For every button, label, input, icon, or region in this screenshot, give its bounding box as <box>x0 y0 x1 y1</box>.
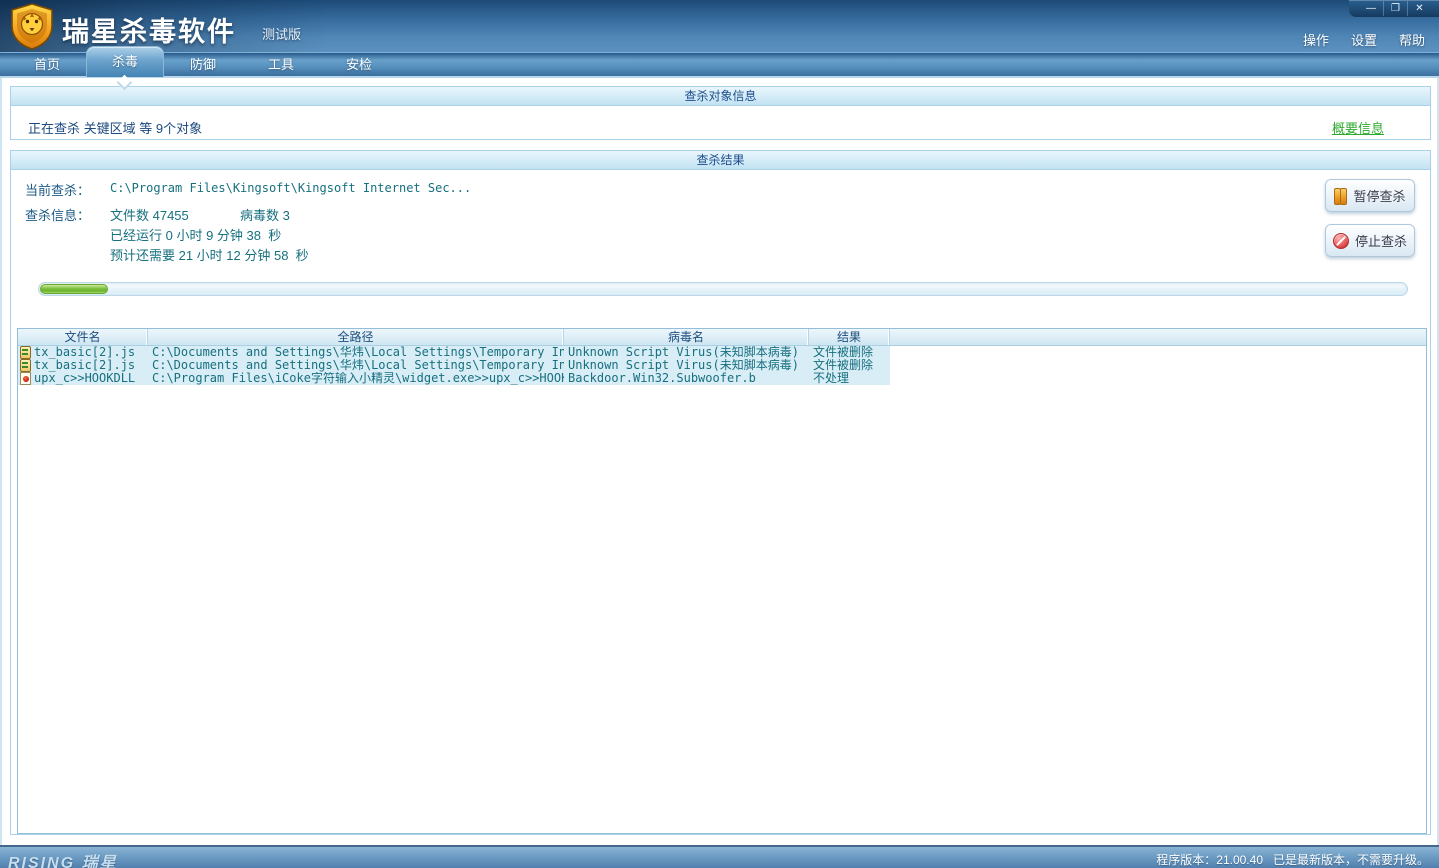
infected-file-icon <box>20 372 31 385</box>
pause-icon <box>1334 188 1348 205</box>
minimize-button[interactable]: — <box>1359 1 1383 16</box>
rising-brand-logo: RISING 瑞星 <box>8 855 118 868</box>
file-count-text: 文件数 47455 <box>110 208 189 223</box>
table-row[interactable]: upx_c>>HOOKDLL C:\Program Files\iCoke字符输… <box>18 372 1426 385</box>
remaining-time-text: 预计还需要 21 小时 12 分钟 58 秒 <box>110 248 309 263</box>
tab-antivirus[interactable]: 杀毒 <box>86 46 164 91</box>
virus-count-text: 病毒数 3 <box>240 208 290 223</box>
cell-path: C:\Documents and Settings\华炜\Local Setti… <box>152 359 564 372</box>
cell-filename: tx_basic[2].js <box>34 346 136 359</box>
title-bar: 瑞星杀毒软件 测试版 — ❐ ✕ 操作 设置 帮助 <box>0 0 1439 52</box>
table-row[interactable]: tx_basic[2].js C:\Documents and Settings… <box>18 346 1426 359</box>
cell-virus: Unknown Script Virus(未知脚本病毒) <box>568 346 799 359</box>
scan-target-panel-header: 查杀对象信息 <box>11 87 1430 106</box>
scan-result-panel-header: 查杀结果 <box>11 151 1430 170</box>
script-file-icon <box>20 346 31 359</box>
stop-scan-button[interactable]: 停止查杀 <box>1325 224 1415 257</box>
column-header-result[interactable]: 结果 <box>809 329 890 345</box>
app-title: 瑞星杀毒软件 <box>62 17 236 47</box>
stop-icon <box>1332 232 1349 249</box>
scan-progress-bar <box>38 282 1408 296</box>
tab-security-check[interactable]: 安检 <box>320 53 398 77</box>
column-header-path[interactable]: 全路径 <box>148 329 564 345</box>
cell-result: 文件被删除 <box>813 359 874 372</box>
pause-scan-button[interactable]: 暂停查杀 <box>1325 179 1415 212</box>
current-scan-path: C:\Program Files\Kingsoft\Kingsoft Inter… <box>110 181 472 195</box>
tab-tools[interactable]: 工具 <box>242 53 320 77</box>
script-file-icon <box>20 359 31 372</box>
scan-info-label: 查杀信息： <box>25 208 91 223</box>
scan-progress-fill <box>40 284 109 294</box>
window-controls: — ❐ ✕ <box>1349 0 1439 17</box>
cell-path: C:\Program Files\iCoke字符输入小精灵\widget.exe… <box>152 372 564 385</box>
scan-status-text: 正在查杀 关键区域 等 9个对象 <box>28 121 203 136</box>
table-row[interactable]: tx_basic[2].js C:\Documents and Settings… <box>18 359 1426 372</box>
cell-virus: Backdoor.Win32.Subwoofer.b <box>568 372 756 385</box>
summary-info-link[interactable]: 概要信息 <box>1332 118 1384 137</box>
scan-result-panel: 查杀结果 当前查杀： C:\Program Files\Kingsoft\Kin… <box>10 150 1431 835</box>
cell-virus: Unknown Script Virus(未知脚本病毒) <box>568 359 799 372</box>
top-menu: 操作 设置 帮助 <box>1303 30 1425 49</box>
cell-result: 文件被删除 <box>813 346 874 359</box>
current-scan-label: 当前查杀： <box>25 183 91 198</box>
menu-settings[interactable]: 设置 <box>1351 30 1377 49</box>
app-window: 瑞星杀毒软件 测试版 — ❐ ✕ 操作 设置 帮助 首页 杀毒 防御 工具 安检… <box>0 0 1439 868</box>
app-subtitle: 测试版 <box>262 27 302 42</box>
column-header-filename[interactable]: 文件名 <box>18 329 148 345</box>
pause-scan-label: 暂停查杀 <box>1353 189 1406 204</box>
cell-result: 不处理 <box>813 372 850 385</box>
tab-defense[interactable]: 防御 <box>164 53 242 77</box>
menu-operations[interactable]: 操作 <box>1303 30 1329 49</box>
tab-home[interactable]: 首页 <box>8 53 86 77</box>
scan-target-panel: 查杀对象信息 正在查杀 关键区域 等 9个对象 概要信息 <box>10 86 1431 140</box>
cell-filename: upx_c>>HOOKDLL <box>34 372 136 385</box>
stop-scan-label: 停止查杀 <box>1354 234 1407 249</box>
elapsed-time-text: 已经运行 0 小时 9 分钟 38 秒 <box>110 228 282 243</box>
version-text: 程序版本：21.00.40 已是最新版本，不需要升级。 <box>1156 853 1429 867</box>
results-table-header: 文件名 全路径 病毒名 结果 <box>18 329 1426 346</box>
column-header-virus[interactable]: 病毒名 <box>564 329 809 345</box>
restore-button[interactable]: ❐ <box>1383 1 1407 16</box>
tab-bar: 首页 杀毒 防御 工具 安检 <box>0 46 1439 91</box>
column-header-filler <box>890 329 1426 345</box>
close-button[interactable]: ✕ <box>1407 1 1431 16</box>
cell-filename: tx_basic[2].js <box>34 359 136 372</box>
tab-antivirus-label: 杀毒 <box>111 54 138 69</box>
cell-path: C:\Documents and Settings\华炜\Local Setti… <box>152 346 564 359</box>
results-table-body: tx_basic[2].js C:\Documents and Settings… <box>18 346 1426 385</box>
scan-results-table: 文件名 全路径 病毒名 结果 tx_basic[2].js C:\Documen… <box>17 328 1427 834</box>
status-bar: RISING 瑞星 程序版本：21.00.40 已是最新版本，不需要升级。 <box>0 845 1439 868</box>
rising-lion-logo-icon <box>9 3 55 50</box>
menu-help[interactable]: 帮助 <box>1399 30 1425 49</box>
main-content: 查杀对象信息 正在查杀 关键区域 等 9个对象 概要信息 查杀结果 当前查杀： … <box>0 78 1439 845</box>
